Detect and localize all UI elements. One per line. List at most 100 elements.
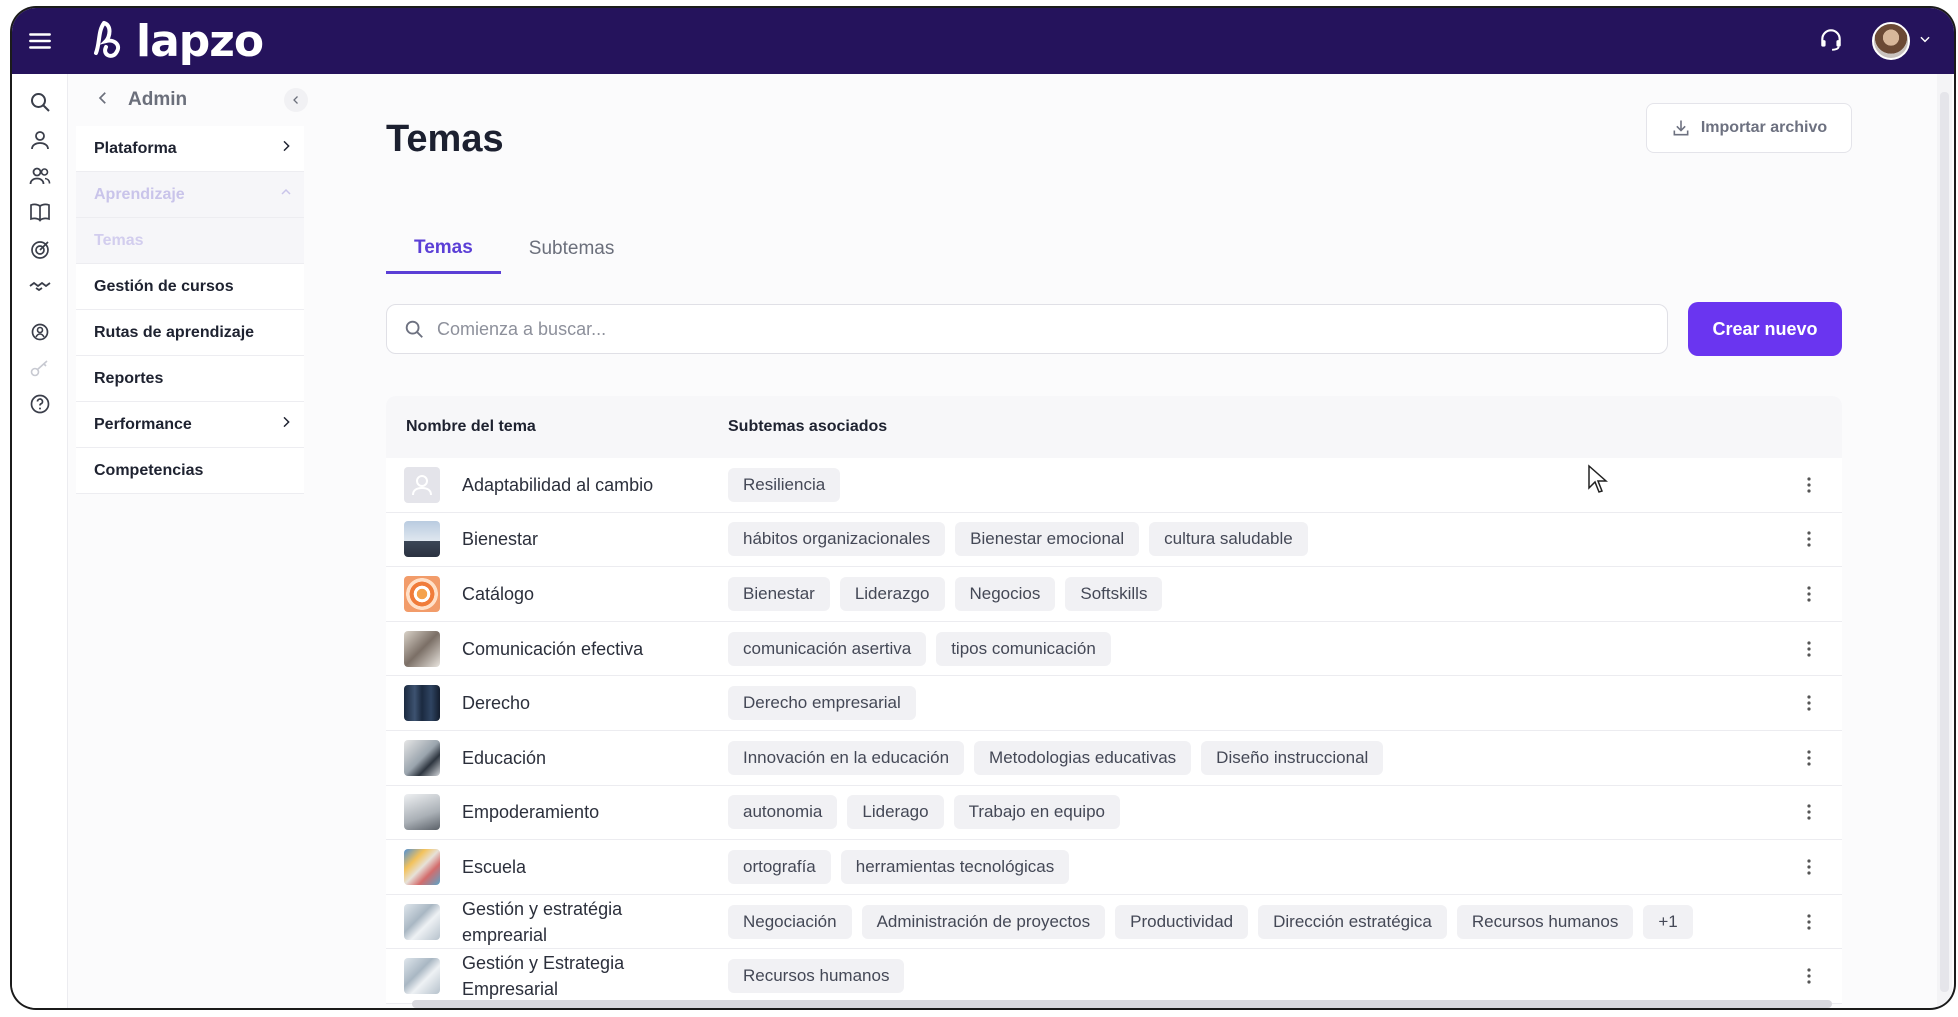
vertical-scrollbar-thumb[interactable] [1940,92,1949,992]
subtopic-chip[interactable]: Productividad [1115,904,1249,939]
tab-temas[interactable]: Temas [386,224,501,274]
sidebar-item-competencias[interactable]: Competencias [76,448,304,494]
handshake-icon [29,281,51,292]
rail-help-button[interactable] [28,392,52,416]
hamburger-icon [29,33,51,49]
subtopics-cell: Negociación Administración de proyectos Pr… [728,904,1794,939]
table-body: Adaptabilidad al cambio Resiliencia Bienes… [386,458,1842,1004]
search-input[interactable] [437,318,1637,340]
column-header-subtopics: Subtemas asociados [728,418,888,435]
topic-cell: Catálogo [386,575,728,612]
sidebar-item-aprendizaje[interactable]: Aprendizaje [76,172,304,218]
support-button[interactable] [1818,26,1844,57]
row-actions-button[interactable] [1794,858,1824,876]
rail-goals-button[interactable] [28,238,52,262]
table-row[interactable]: Empoderamiento autonomia Liderago Trabajo e… [386,785,1842,841]
subtopic-chip[interactable]: Negociación [728,904,852,939]
book-icon [30,203,50,222]
rail-admin-button[interactable] [28,320,52,344]
users-icon [29,167,51,185]
row-actions-button[interactable] [1794,694,1824,712]
horizontal-scrollbar[interactable] [412,1000,1832,1008]
brand-logo[interactable]: lapzo [88,16,264,67]
subtopic-chip[interactable]: tipos comunicación [936,631,1111,666]
rail-key-button[interactable] [28,356,52,380]
user-menu[interactable] [1872,22,1932,60]
topic-cell: Derecho [386,685,728,722]
vertical-scrollbar[interactable] [1937,74,1952,1008]
subtopic-chip[interactable]: Resiliencia [728,467,841,502]
subtopic-chip[interactable]: Derecho empresarial [728,686,916,721]
subtopic-chip[interactable]: Dirección estratégica [1258,904,1447,939]
topic-name: Adaptabilidad al cambio [462,474,654,495]
sidebar-item-plataforma[interactable]: Plataforma [76,126,304,172]
subtopic-chip[interactable]: autonomia [728,795,838,830]
subtopic-chip[interactable]: Administración de proyectos [861,904,1106,939]
create-new-button[interactable]: Crear nuevo [1688,302,1842,356]
rail-users-button[interactable] [28,164,52,188]
rail-search-button[interactable] [28,90,52,114]
headset-icon [1821,28,1841,51]
table-row[interactable]: Catálogo Bienestar Liderazgo Negocios Softsk… [386,567,1842,622]
subtopic-chip[interactable]: Bienestar [728,576,830,611]
topic-thumbnail [404,630,440,667]
subtopic-chip[interactable]: Recursos humanos [728,959,905,994]
table-row[interactable]: Escuela ortografía herramientas tecnológic… [386,840,1842,895]
table-row[interactable]: Derecho Derecho empresarial [386,676,1842,731]
subtopic-chip[interactable]: Bienestar emocional [955,522,1140,557]
subtopic-chip[interactable]: Metodologias educativas [974,740,1192,775]
subtopic-chip[interactable]: Liderazgo [839,576,945,611]
subtopic-chip[interactable]: Recursos humanos [1456,904,1634,939]
sidebar-item-performance[interactable]: Performance [76,402,304,448]
row-actions-button[interactable] [1794,585,1824,603]
subtopic-chip[interactable]: Diseño instruccional [1201,740,1384,775]
rail-learning-button[interactable] [28,200,52,224]
row-actions-button[interactable] [1794,640,1824,658]
table-row[interactable]: Gestión y Estrategia Empresarial Recursos… [386,949,1842,1004]
row-actions-button[interactable] [1794,803,1824,821]
subtopic-chip[interactable]: Negocios [954,576,1056,611]
row-actions-button[interactable] [1794,530,1824,548]
subtopic-chip[interactable]: Softskills [1065,576,1163,611]
sidebar-item-reportes[interactable]: Reportes [76,356,304,402]
chevron-down-icon [1920,36,1930,42]
collapse-sidebar-button[interactable] [284,88,308,112]
chevron-left-icon [293,96,298,104]
tab-subtemas[interactable]: Subtemas [501,224,643,274]
subtopic-chip[interactable]: Trabajo en equipo [953,795,1120,830]
sidebar-item-gestion-cursos[interactable]: Gestión de cursos [76,264,304,310]
subtopics-cell: ortografía herramientas tecnológicas [728,849,1794,884]
subtopic-chip[interactable]: ortografía [728,849,831,884]
subtopic-chip[interactable]: herramientas tecnológicas [840,849,1070,884]
topic-name: Derecho [462,693,531,714]
hamburger-menu-button[interactable] [12,8,68,74]
sidebar-item-rutas-aprendizaje[interactable]: Rutas de aprendizaje [76,310,304,356]
column-header-name: Nombre del tema [406,418,536,435]
row-actions-button[interactable] [1794,913,1824,931]
table-row[interactable]: Gestión y estratégia emprearial Negociaci… [386,894,1842,950]
subtopic-chip[interactable]: comunicación asertiva [728,631,927,666]
row-actions-button[interactable] [1794,967,1824,985]
subtopic-chip[interactable]: Innovación en la educación [728,740,965,775]
back-button[interactable] [94,89,112,112]
table-row[interactable]: Adaptabilidad al cambio Resiliencia [386,458,1842,513]
table-row[interactable]: Educación Innovación en la educación Metod… [386,730,1842,786]
rail-profile-button[interactable] [28,128,52,152]
row-actions-button[interactable] [1794,749,1824,767]
topic-name: Comunicación efectiva [462,638,644,659]
subtopic-chip[interactable]: Liderago [847,795,944,830]
topic-name: Escuela [462,856,527,877]
sidebar-item-label: Performance [94,415,192,433]
subtopics-cell: hábitos organizacionales Bienestar emocio… [728,522,1794,557]
topics-table: Nombre del tema Subtemas asociados Adapt… [386,396,1842,1004]
subtopics-cell: Recursos humanos [728,959,1794,994]
table-row[interactable]: Comunicación efectiva comunicación aserti… [386,621,1842,677]
more-subtopics-chip[interactable]: +1 [1643,904,1693,939]
rail-integrations-button[interactable] [28,274,52,298]
sidebar-item-temas[interactable]: Temas [76,218,304,264]
table-row[interactable]: Bienestar hábitos organizacionales Bienest… [386,512,1842,568]
import-file-button[interactable]: Importar archivo [1646,103,1852,153]
subtopic-chip[interactable]: cultura saludable [1149,522,1308,557]
subtopic-chip[interactable]: hábitos organizacionales [728,522,946,557]
row-actions-button[interactable] [1794,476,1824,494]
